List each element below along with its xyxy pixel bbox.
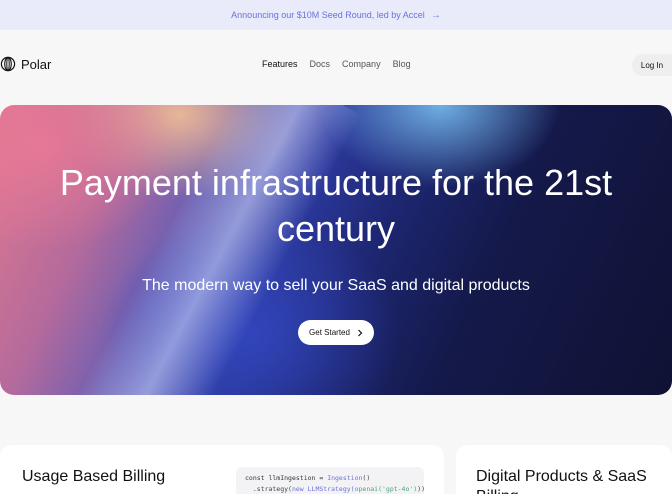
announcement-bar[interactable]: Announcing our $10M Seed Round, led by A… — [0, 0, 672, 30]
code-snippet: const llmIngestion = Ingestion() .strate… — [236, 467, 426, 494]
usage-billing-title: Usage Based Billing — [22, 468, 166, 485]
nav-link-docs[interactable]: Docs — [310, 59, 331, 69]
get-started-button[interactable]: Get Started — [298, 320, 374, 345]
brand-logo[interactable]: Polar — [0, 56, 51, 72]
polar-logo-icon — [0, 56, 16, 72]
login-button[interactable]: Log In — [632, 54, 672, 76]
chevron-right-icon — [358, 329, 363, 336]
hero-section: Payment infrastructure for the 21st cent… — [0, 105, 672, 395]
hero-subtitle: The modern way to sell your SaaS and dig… — [142, 277, 530, 294]
nav-link-blog[interactable]: Blog — [393, 59, 411, 69]
nav-link-features[interactable]: Features — [262, 59, 298, 69]
hero-title: Payment infrastructure for the 21st cent… — [59, 162, 613, 249]
code-token: Ingestion — [327, 474, 363, 482]
usage-billing-card: Usage Based Billing const llmIngestion =… — [0, 445, 444, 494]
nav-links: Features Docs Company Blog — [262, 59, 411, 69]
arrow-right-icon: → — [430, 9, 441, 21]
code-token: .strategy( — [245, 485, 292, 493]
digital-products-title: Digital Products & SaaS Billing — [476, 468, 647, 494]
code-token: const llmIngestion = — [245, 474, 328, 482]
digital-products-card: Digital Products & SaaS Billing — [456, 445, 672, 494]
top-nav: Polar Features Docs Company Blog Log In — [0, 44, 672, 86]
brand-name: Polar — [21, 56, 52, 72]
get-started-label: Get Started — [309, 328, 350, 337]
nav-link-company[interactable]: Company — [342, 59, 381, 69]
code-token: )) — [417, 485, 426, 493]
code-token: openai('gpt-4o') — [354, 485, 418, 493]
code-token: new LLMStrategy( — [291, 485, 355, 493]
announcement-text[interactable]: Announcing our $10M Seed Round, led by A… — [231, 10, 425, 20]
code-token: () — [362, 474, 371, 482]
